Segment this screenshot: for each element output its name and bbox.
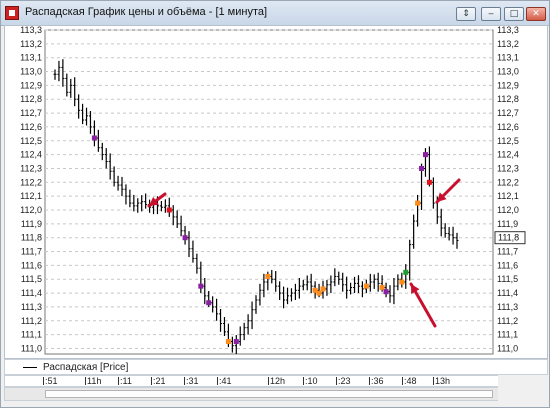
y-tick-label-right: 112,1 bbox=[497, 191, 519, 201]
time-label: :11 bbox=[118, 376, 132, 386]
y-tick-label-right: 111,9 bbox=[497, 219, 518, 229]
app-logo-icon bbox=[5, 6, 19, 20]
time-label: :36 bbox=[369, 376, 384, 386]
trade-marker-purple bbox=[182, 235, 188, 241]
y-tick-label-right: 112,3 bbox=[497, 163, 519, 173]
horizontal-scrollbar[interactable] bbox=[4, 387, 548, 401]
y-tick-label-left: 111,3 bbox=[21, 302, 42, 312]
y-tick-label-left: 112,2 bbox=[20, 177, 42, 187]
y-tick-label-left: 112,7 bbox=[20, 108, 42, 118]
time-label: :23 bbox=[336, 376, 351, 386]
y-tick-label-right: 111,3 bbox=[497, 302, 518, 312]
y-tick-label-right: 112,6 bbox=[497, 122, 519, 132]
maximize-button[interactable]: □ bbox=[504, 7, 524, 21]
window-title: Распадская График цены и объёма - [1 мин… bbox=[25, 6, 268, 18]
y-tick-label-right: 112,0 bbox=[497, 205, 519, 215]
y-tick-label-left: 113,0 bbox=[20, 67, 42, 77]
y-tick-label-left: 113,1 bbox=[20, 53, 42, 63]
y-tick-label-right: 111,1 bbox=[497, 330, 518, 340]
y-tick-label-right: 111,2 bbox=[497, 316, 518, 326]
time-label: 13h bbox=[432, 376, 451, 386]
time-label: 12h bbox=[267, 376, 286, 386]
y-tick-label-right: 111,5 bbox=[497, 274, 518, 284]
trade-marker-orange bbox=[415, 200, 421, 206]
y-tick-label-right: 112,4 bbox=[497, 150, 519, 160]
trade-marker-purple bbox=[206, 300, 212, 306]
scrollbar-thumb[interactable] bbox=[45, 390, 493, 398]
trade-marker-purple bbox=[422, 152, 428, 158]
y-tick-label-right: 111,7 bbox=[497, 247, 518, 257]
y-tick-label-left: 111,2 bbox=[21, 316, 42, 326]
time-label: :41 bbox=[217, 376, 232, 386]
title-bar[interactable]: Распадская График цены и объёма - [1 мин… bbox=[1, 1, 549, 26]
y-tick-label-left: 112,5 bbox=[20, 136, 42, 146]
time-axis[interactable]: :51 11h :11 :21 :31 :41 12h :10 :23 :36 … bbox=[4, 375, 548, 387]
time-label: :48 bbox=[402, 376, 417, 386]
trade-marker-orange bbox=[265, 273, 271, 279]
legend-line-swatch bbox=[23, 367, 37, 368]
chart-window: Распадская График цены и объёма - [1 мин… bbox=[0, 0, 550, 408]
y-tick-label-right: 111,0 bbox=[497, 343, 518, 353]
trade-marker-green bbox=[403, 269, 409, 275]
y-tick-label-left: 112,8 bbox=[20, 94, 42, 104]
y-tick-label-left: 113,2 bbox=[20, 39, 42, 49]
trade-marker-purple bbox=[383, 289, 389, 295]
y-tick-label-right: 113,1 bbox=[497, 53, 519, 63]
trade-marker-orange bbox=[320, 286, 326, 292]
price-chart[interactable]: 113,3 113,3 113,2 113,2 113,1 113,1 113,0 113,0… bbox=[5, 26, 547, 358]
legend: Распадская [Price] bbox=[4, 359, 548, 375]
time-label: :21 bbox=[151, 376, 166, 386]
y-tick-label-left: 111,9 bbox=[21, 219, 42, 229]
trade-marker-purple bbox=[198, 283, 204, 289]
trade-marker-orange bbox=[363, 283, 369, 289]
y-tick-label-right: 112,2 bbox=[497, 177, 519, 187]
current-price-label: 111,8 bbox=[498, 233, 519, 243]
y-tick-label-left: 112,1 bbox=[20, 191, 42, 201]
y-tick-label-right: 111,4 bbox=[497, 288, 518, 298]
legend-label: Распадская [Price] bbox=[43, 362, 129, 373]
restore-pane-button[interactable]: ⇕ bbox=[456, 7, 476, 21]
y-tick-label-right: 112,9 bbox=[497, 80, 519, 90]
y-tick-label-left: 111,1 bbox=[21, 330, 42, 340]
y-tick-label-right: 113,3 bbox=[497, 26, 519, 35]
time-label: :51 bbox=[43, 376, 58, 386]
trade-marker-purple bbox=[91, 135, 97, 141]
y-tick-label-left: 111,8 bbox=[21, 233, 42, 243]
close-button[interactable]: ✕ bbox=[526, 7, 546, 21]
trade-marker-orange bbox=[399, 279, 405, 285]
y-tick-label-left: 112,4 bbox=[20, 150, 42, 160]
plot-area bbox=[44, 29, 494, 355]
chart-pane[interactable]: 113,3 113,3 113,2 113,2 113,1 113,1 113,0 113,0… bbox=[4, 25, 548, 359]
trade-marker-purple bbox=[419, 165, 425, 171]
y-tick-label-left: 112,9 bbox=[20, 80, 42, 90]
y-tick-label-left: 111,6 bbox=[21, 260, 42, 270]
trade-marker-red bbox=[426, 179, 432, 185]
y-tick-label-right: 112,5 bbox=[497, 136, 519, 146]
y-tick-label-left: 112,0 bbox=[20, 205, 42, 215]
time-label: :31 bbox=[184, 376, 199, 386]
trade-marker-orange bbox=[225, 339, 231, 345]
trade-marker-purple bbox=[233, 339, 239, 345]
time-label: :10 bbox=[303, 376, 318, 386]
y-tick-label-left: 112,3 bbox=[20, 163, 42, 173]
trade-marker-red bbox=[166, 207, 172, 213]
y-tick-label-left: 111,4 bbox=[21, 288, 42, 298]
time-label: 11h bbox=[84, 376, 102, 386]
y-tick-label-left: 111,7 bbox=[21, 247, 42, 257]
y-tick-label-right: 112,7 bbox=[497, 108, 519, 118]
y-tick-label-left: 111,5 bbox=[21, 274, 42, 284]
y-tick-label-right: 111,6 bbox=[497, 260, 518, 270]
minimize-button[interactable]: ‒ bbox=[481, 7, 501, 21]
y-tick-label-right: 113,2 bbox=[497, 39, 519, 49]
y-tick-label-right: 112,8 bbox=[497, 94, 519, 104]
y-tick-label-left: 111,0 bbox=[21, 343, 42, 353]
y-tick-label-left: 112,6 bbox=[20, 122, 42, 132]
corner-area bbox=[498, 375, 548, 401]
y-tick-label-left: 113,3 bbox=[20, 26, 42, 35]
y-tick-label-right: 113,0 bbox=[497, 67, 519, 77]
